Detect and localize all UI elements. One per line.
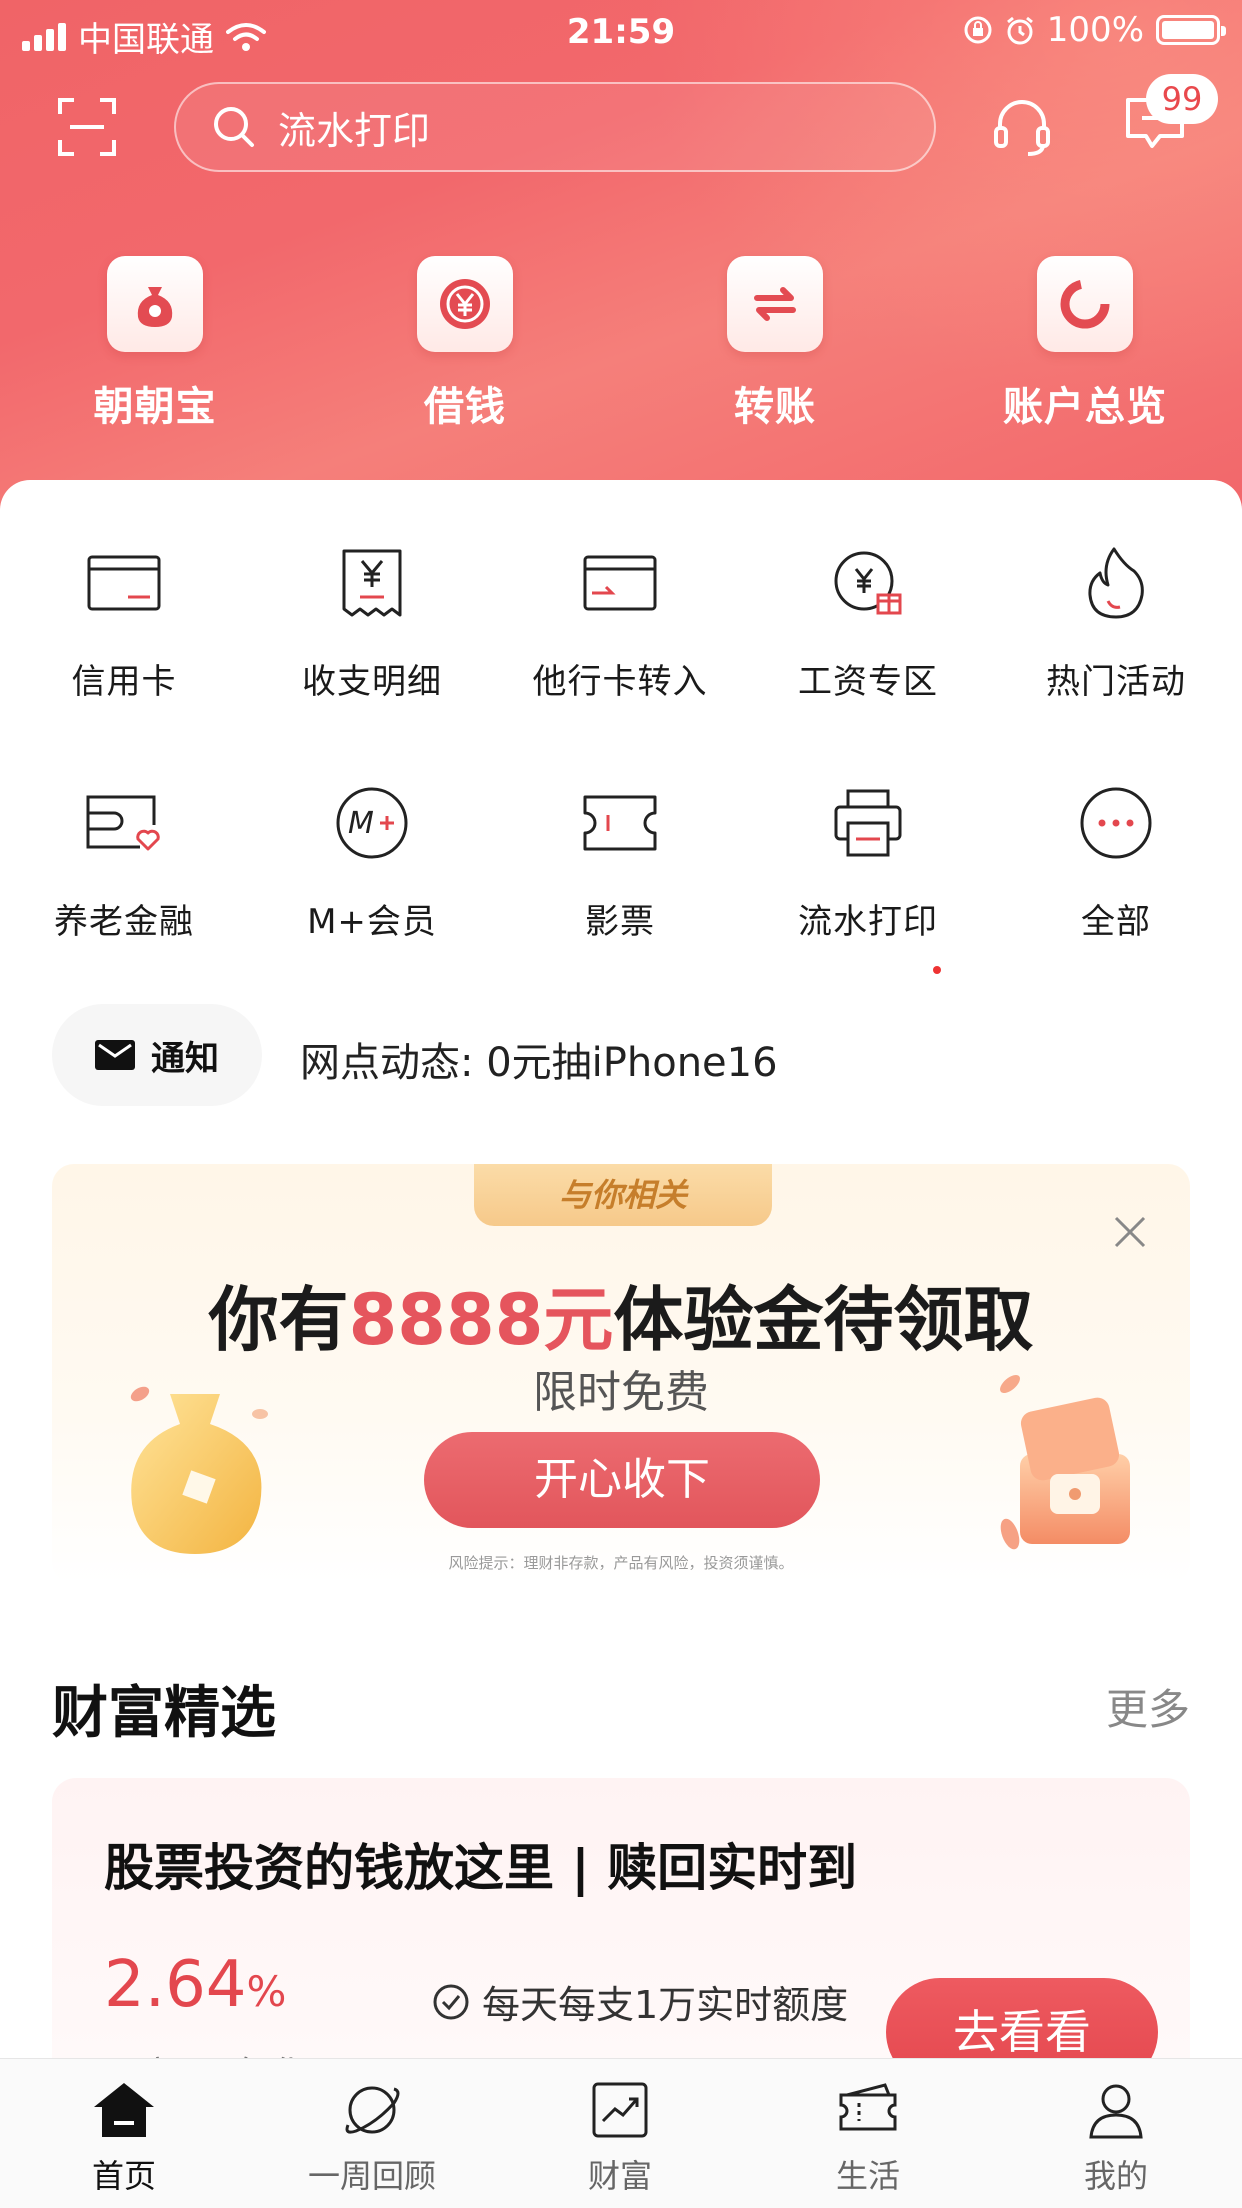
coupon-icon xyxy=(839,2083,897,2131)
service-salary-zone[interactable]: 工资专区 xyxy=(744,538,992,778)
battery-icon xyxy=(1156,15,1226,45)
promo-head-pre: 你有 xyxy=(208,1279,349,1361)
tab-label: 首页 xyxy=(91,2157,156,2195)
quick-label: 账户总览 xyxy=(1003,384,1167,430)
yuan-coin-icon xyxy=(417,256,513,352)
credit-card-icon xyxy=(87,555,161,611)
rotation-lock-icon xyxy=(964,16,992,44)
flame-icon xyxy=(1088,547,1144,619)
service-label: 信用卡 xyxy=(71,662,177,702)
receipt-icon xyxy=(342,549,402,617)
m-plus-icon: M xyxy=(336,787,408,859)
ring-chart-icon xyxy=(1037,256,1133,352)
service-card-transfer-in[interactable]: 他行卡转入 xyxy=(496,538,744,778)
envelope-icon xyxy=(95,1040,135,1070)
service-label: 热门活动 xyxy=(1046,662,1186,702)
product-title: 股票投资的钱放这里 | 赎回实时到 xyxy=(104,1839,858,1897)
service-statement-print[interactable]: 流水打印 xyxy=(744,778,992,1018)
message-badge: 99 xyxy=(1146,74,1218,124)
product-rate: 2.64% xyxy=(104,1948,286,2022)
promo-accept-button[interactable]: 开心收下 xyxy=(424,1432,820,1528)
notice-button[interactable]: 通知 xyxy=(52,1004,262,1106)
quick-borrow[interactable]: 借钱 xyxy=(310,256,620,432)
service-label: 他行卡转入 xyxy=(532,662,708,702)
more-dots-icon xyxy=(1080,787,1152,859)
search-bar[interactable]: 流水打印 xyxy=(174,82,936,172)
rate-value: 2.64 xyxy=(104,1948,247,2022)
close-icon[interactable] xyxy=(1114,1216,1146,1248)
battery-percent: 100% xyxy=(1046,10,1144,50)
service-grid: 信用卡 收支明细 他行卡转入 工资专区 热门活动 养老金融 M M+会员 影票 … xyxy=(0,538,1242,1018)
check-circle-icon xyxy=(433,1984,469,2019)
service-credit-card[interactable]: 信用卡 xyxy=(0,538,248,778)
notice-label: 通知 xyxy=(151,1038,219,1079)
svg-text:M: M xyxy=(348,806,374,841)
tab-wealth[interactable]: 财富 xyxy=(496,2059,744,2208)
service-all[interactable]: 全部 xyxy=(992,778,1240,1018)
quick-account-overview[interactable]: 账户总览 xyxy=(930,256,1240,432)
service-label: 影票 xyxy=(585,902,655,942)
rate-unit: % xyxy=(246,1967,287,2016)
promo-head-post: 体验金待领取 xyxy=(613,1279,1034,1361)
service-pension[interactable]: 养老金融 xyxy=(0,778,248,1018)
card-transfer-icon xyxy=(583,555,657,611)
service-label: M+会员 xyxy=(307,902,437,942)
tab-home[interactable]: 首页 xyxy=(0,2059,248,2208)
tab-mine[interactable]: 我的 xyxy=(992,2059,1240,2208)
transfer-arrows-icon xyxy=(727,256,823,352)
service-m-plus[interactable]: M M+会员 xyxy=(248,778,496,1018)
promo-tag: 与你相关 xyxy=(474,1164,772,1226)
product-feature: 每天每支1万实时额度 xyxy=(432,1974,848,2029)
status-bar: 中国联通 21:59 100% xyxy=(0,0,1242,64)
trend-chart-icon xyxy=(592,2082,648,2138)
money-bag-icon xyxy=(107,256,203,352)
quick-transfer[interactable]: 转账 xyxy=(620,256,930,432)
tab-label: 我的 xyxy=(1083,2157,1148,2195)
bottom-tab-bar: 首页 一周回顾 财富 生活 我的 xyxy=(0,2058,1242,2208)
customer-service-icon[interactable] xyxy=(992,96,1052,156)
feature-text: 每天每支1万实时额度 xyxy=(482,1983,849,2027)
printer-icon xyxy=(834,789,902,857)
service-hot-events[interactable]: 热门活动 xyxy=(992,538,1240,778)
home-icon xyxy=(94,2083,154,2137)
tab-life[interactable]: 生活 xyxy=(744,2059,992,2208)
search-icon xyxy=(214,107,254,147)
service-label: 养老金融 xyxy=(54,902,194,942)
tab-label: 一周回顾 xyxy=(307,2157,436,2195)
service-movie-ticket[interactable]: 影票 xyxy=(496,778,744,1018)
service-label: 全部 xyxy=(1081,902,1151,942)
service-statement[interactable]: 收支明细 xyxy=(248,538,496,778)
service-label: 收支明细 xyxy=(302,662,442,702)
promo-amount: 8888元 xyxy=(348,1279,614,1361)
quick-actions: 朝朝宝 借钱 转账 账户总览 xyxy=(0,256,1242,432)
promo-banner: 与你相关 你有8888元体验金待领取 限时免费 开心收下 风险提示：理财非存款，… xyxy=(52,1164,1190,1584)
salary-icon xyxy=(834,551,902,615)
quick-label: 转账 xyxy=(734,384,816,430)
gold-money-bag-image xyxy=(130,1386,268,1554)
page-indicator xyxy=(933,966,941,974)
quick-label: 朝朝宝 xyxy=(93,384,217,430)
promo-headline: 你有8888元体验金待领取 xyxy=(52,1264,1190,1365)
planet-icon xyxy=(345,2086,400,2134)
gift-box-image xyxy=(1000,1375,1130,1550)
search-placeholder: 流水打印 xyxy=(278,108,431,153)
pension-card-icon xyxy=(86,795,160,851)
ticket-icon xyxy=(583,795,657,851)
service-label: 工资专区 xyxy=(798,662,938,702)
notice-ticker[interactable]: 网点动态: 0元抽iPhone16 xyxy=(300,1030,778,1088)
quick-zhaozhaobao[interactable]: 朝朝宝 xyxy=(0,256,310,432)
section-title: 财富精选 xyxy=(52,1681,276,1746)
alarm-icon xyxy=(1006,16,1033,45)
tab-weekly-review[interactable]: 一周回顾 xyxy=(248,2059,496,2208)
quick-label: 借钱 xyxy=(424,384,506,430)
user-icon xyxy=(1089,2084,1143,2139)
tab-label: 生活 xyxy=(835,2157,900,2195)
tab-label: 财富 xyxy=(587,2157,652,2195)
scan-icon[interactable] xyxy=(56,96,118,158)
section-more-link[interactable]: 更多 xyxy=(1106,1676,1190,1737)
service-label: 流水打印 xyxy=(798,902,938,942)
